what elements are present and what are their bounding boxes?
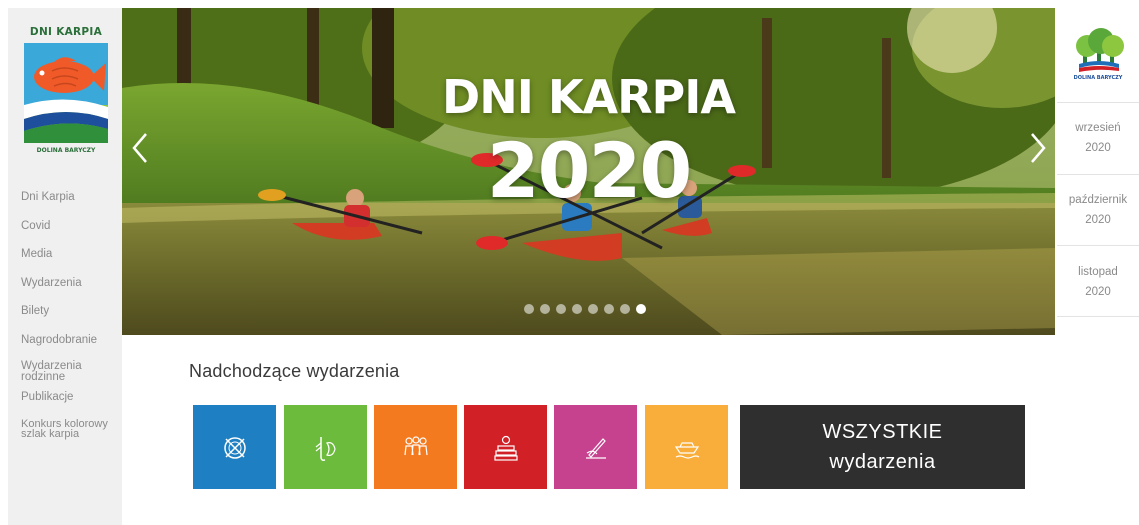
prev-slide-arrow-icon[interactable] bbox=[126, 128, 156, 168]
slider-dot[interactable] bbox=[572, 304, 582, 314]
carp-logo-icon bbox=[24, 43, 108, 143]
slider-dot[interactable] bbox=[588, 304, 598, 314]
date-month: listopad bbox=[1078, 266, 1118, 278]
sidebar-item-bilety[interactable]: Bilety bbox=[21, 304, 121, 333]
sidebar-item-covid[interactable]: Covid bbox=[21, 219, 121, 248]
dolina-baryczy-logo[interactable]: DOLINA BARYCZY bbox=[1057, 8, 1139, 103]
all-events-line2: wydarzenia bbox=[829, 451, 936, 473]
sidebar-item-wydarzenia[interactable]: Wydarzenia bbox=[21, 276, 121, 305]
hand-writing-icon bbox=[586, 438, 606, 459]
books-apple-icon bbox=[494, 435, 518, 461]
sidebar-item-publikacje[interactable]: Publikacje bbox=[21, 390, 121, 419]
slider-dot[interactable] bbox=[524, 304, 534, 314]
category-tile-food[interactable] bbox=[193, 405, 276, 489]
sidebar-item-media[interactable]: Media bbox=[21, 247, 121, 276]
hero-title-line2: 2020 bbox=[486, 126, 693, 215]
category-tile-boat[interactable] bbox=[645, 405, 728, 489]
upcoming-events-title: Nadchodzące wydarzenia bbox=[189, 361, 400, 381]
people-group-icon bbox=[404, 436, 428, 456]
slider-dot[interactable] bbox=[556, 304, 566, 314]
sidebar-item-nagrodobranie[interactable]: Nagrodobranie bbox=[21, 333, 121, 362]
date-item-pazdziernik[interactable]: październik 2020 bbox=[1057, 175, 1139, 246]
sidebar-item-dni-karpia[interactable]: Dni Karpia bbox=[21, 190, 121, 219]
sidebar: DNI KARPIA DOLINA BARYCZY Dni Karpia Cov… bbox=[8, 8, 122, 525]
date-month: wrzesień bbox=[1075, 122, 1121, 134]
hero-title-line1: DNI KARPIA bbox=[442, 70, 736, 124]
logo-subtitle: DOLINA BARYCZY bbox=[36, 147, 96, 154]
date-item-wrzesien[interactable]: wrzesień 2020 bbox=[1057, 104, 1139, 175]
date-year: 2020 bbox=[1085, 214, 1111, 226]
hero-slider[interactable]: DNI KARPIA 2020 bbox=[122, 8, 1055, 335]
slider-dot[interactable] bbox=[540, 304, 550, 314]
slider-dot[interactable] bbox=[620, 304, 630, 314]
date-item-listopad[interactable]: listopad 2020 bbox=[1057, 246, 1139, 317]
all-events-line1: WSZYSTKIE bbox=[822, 421, 943, 443]
sidebar-nav: Dni Karpia Covid Media Wydarzenia Bilety… bbox=[21, 190, 121, 459]
category-tile-people[interactable] bbox=[374, 405, 457, 489]
dolina-baryczy-trees-icon: DOLINA BARYCZY bbox=[1074, 28, 1124, 81]
all-events-button[interactable]: WSZYSTKIE wydarzenia bbox=[740, 405, 1025, 489]
next-slide-arrow-icon[interactable] bbox=[1022, 128, 1052, 168]
page: DNI KARPIA DOLINA BARYCZY Dni Karpia Cov… bbox=[0, 0, 1139, 525]
category-tile-education[interactable] bbox=[464, 405, 547, 489]
brand-name: DOLINA BARYCZY bbox=[1074, 75, 1123, 81]
logo-title: DNI KARPIA bbox=[29, 26, 103, 38]
date-month: październik bbox=[1068, 194, 1128, 206]
dni-karpia-logo[interactable]: DNI KARPIA DOLINA BARYCZY bbox=[22, 26, 110, 161]
date-year: 2020 bbox=[1085, 286, 1111, 298]
category-tile-fishing[interactable] bbox=[284, 405, 367, 489]
plate-cutlery-icon bbox=[224, 437, 246, 459]
category-tile-art[interactable] bbox=[554, 405, 637, 489]
date-year: 2020 bbox=[1085, 142, 1111, 154]
slider-dot-active[interactable] bbox=[636, 304, 646, 314]
fish-rod-icon bbox=[315, 437, 336, 461]
slider-dot[interactable] bbox=[604, 304, 614, 314]
slider-dots bbox=[524, 304, 646, 316]
sidebar-item-konkurs[interactable]: Konkurs kolorowy szlak karpia bbox=[21, 418, 121, 459]
boat-icon bbox=[674, 442, 700, 459]
dates-column: DOLINA BARYCZY wrzesień 2020 październik… bbox=[1057, 8, 1139, 317]
